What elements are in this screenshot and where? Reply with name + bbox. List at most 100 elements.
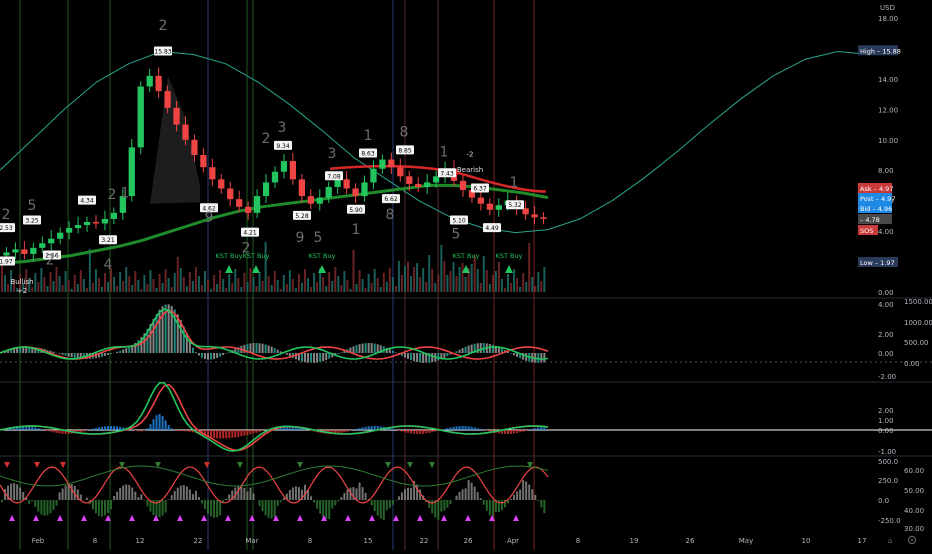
price-tick-label: 0.00 bbox=[878, 289, 894, 297]
histogram-bar bbox=[413, 353, 415, 361]
volume-bar bbox=[452, 262, 454, 292]
scroll-right-icon[interactable]: ⌂ bbox=[888, 537, 892, 545]
histogram-bar bbox=[325, 353, 327, 360]
stepped-level-line bbox=[0, 466, 548, 486]
wave-number: 4 bbox=[104, 257, 113, 273]
histogram-bar bbox=[328, 500, 330, 519]
price-box-text: 6.62 bbox=[384, 196, 398, 203]
histogram-bar bbox=[462, 348, 464, 353]
histogram-bar bbox=[113, 496, 115, 500]
volume-bar bbox=[437, 274, 439, 292]
kst-buy-label: KST Buy bbox=[309, 252, 336, 260]
histogram-bar bbox=[340, 430, 342, 433]
price-box-text: 8.63 bbox=[361, 150, 375, 157]
candle-body bbox=[12, 249, 18, 252]
histogram-bar bbox=[340, 352, 342, 353]
histogram-bar bbox=[204, 500, 206, 509]
oscillator-pane-1[interactable] bbox=[0, 304, 932, 363]
histogram-bar bbox=[116, 426, 118, 430]
histogram-bar bbox=[186, 486, 188, 500]
histogram-bar bbox=[346, 430, 348, 432]
histogram-bar bbox=[474, 427, 476, 430]
histogram-bar bbox=[477, 428, 479, 430]
histogram-bar bbox=[159, 310, 161, 353]
volume-bar bbox=[89, 249, 91, 292]
candle-body bbox=[281, 161, 287, 172]
histogram-bar bbox=[343, 493, 345, 500]
wave-number: 5 bbox=[452, 227, 461, 243]
time-tick-label: 22 bbox=[420, 537, 429, 545]
histogram-bar bbox=[113, 426, 115, 430]
oscillator-tick-label: 2.00 bbox=[878, 331, 894, 339]
triangle-marker-icon bbox=[441, 515, 447, 521]
histogram-bar bbox=[95, 428, 97, 430]
histogram-bar bbox=[140, 494, 142, 500]
bearish-label: Bearish bbox=[457, 166, 483, 174]
histogram-bar bbox=[343, 430, 345, 432]
oscillator-tick-label: 0.00 bbox=[878, 427, 894, 435]
histogram-bar bbox=[174, 491, 176, 500]
volume-bar bbox=[34, 273, 36, 292]
histogram-bar bbox=[513, 495, 515, 500]
histogram-bar bbox=[468, 426, 470, 430]
volume-bar bbox=[49, 272, 51, 292]
histogram-bar bbox=[116, 492, 118, 500]
histogram-bar bbox=[104, 426, 106, 430]
volume-bar bbox=[65, 271, 67, 292]
histogram-bar bbox=[56, 430, 58, 433]
histogram-bar bbox=[283, 498, 285, 500]
histogram-bar bbox=[68, 353, 70, 356]
histogram-bar bbox=[210, 500, 212, 517]
histogram-bar bbox=[153, 419, 155, 430]
histogram-bar bbox=[422, 430, 424, 434]
volume-bar bbox=[422, 268, 424, 292]
histogram-bar bbox=[289, 353, 291, 356]
volume-bar bbox=[395, 286, 397, 292]
histogram-bar bbox=[404, 489, 406, 500]
histogram-bar bbox=[540, 427, 542, 430]
histogram-bar bbox=[256, 430, 258, 433]
volume-bar bbox=[304, 269, 306, 292]
histogram-bar bbox=[216, 430, 218, 438]
histogram-bar bbox=[410, 430, 412, 433]
price-box-text: 4.34 bbox=[80, 198, 94, 205]
volume-bar bbox=[331, 281, 333, 292]
oscillator-pane-3[interactable] bbox=[0, 462, 548, 521]
oscillator-right-tick-label: 40.00 bbox=[904, 507, 924, 515]
histogram-bar bbox=[471, 427, 473, 430]
wave-number: 3 bbox=[328, 146, 337, 162]
candle-body bbox=[415, 184, 421, 187]
histogram-bar bbox=[177, 430, 179, 431]
oscillator-tick-label: -2.00 bbox=[878, 373, 896, 381]
settings-gear-icon[interactable] bbox=[909, 537, 916, 544]
time-axis[interactable]: Feb81222Mar8152226Apr81926May1017 bbox=[32, 537, 867, 545]
volume-bar bbox=[43, 277, 45, 292]
histogram-bar bbox=[434, 430, 436, 432]
trading-chart[interactable]: 15.832.533.251.972.564.343.214.624.219.3… bbox=[0, 0, 932, 550]
time-tick-label: 22 bbox=[194, 537, 203, 545]
histogram-bar bbox=[49, 500, 51, 513]
histogram-bar bbox=[446, 353, 448, 356]
signal-triangle-icon bbox=[237, 462, 243, 468]
candle-body bbox=[460, 181, 466, 190]
histogram-bar bbox=[392, 500, 394, 505]
volume-bar bbox=[349, 289, 351, 292]
volume-bar bbox=[59, 276, 61, 292]
volume-bar bbox=[249, 268, 251, 292]
time-tick-label: 10 bbox=[802, 537, 811, 545]
histogram-bar bbox=[316, 353, 318, 363]
triangle-marker-icon bbox=[129, 515, 135, 521]
histogram-bar bbox=[489, 430, 491, 431]
volume-bar bbox=[419, 277, 421, 292]
histogram-bar bbox=[380, 500, 382, 519]
volume-bar bbox=[374, 269, 376, 292]
volume-bar bbox=[316, 282, 318, 292]
volume-bar bbox=[307, 278, 309, 292]
oscillator-pane-2[interactable] bbox=[0, 383, 932, 451]
price-axis[interactable]: 18.0016.0014.0012.0010.008.006.004.002.0… bbox=[878, 15, 898, 297]
histogram-bar bbox=[465, 488, 467, 500]
wave-number: 2 bbox=[2, 207, 11, 223]
histogram-bar bbox=[10, 484, 12, 500]
volume-bar bbox=[489, 284, 491, 292]
chart-canvas[interactable]: 15.832.533.251.972.564.343.214.624.219.3… bbox=[0, 0, 932, 550]
